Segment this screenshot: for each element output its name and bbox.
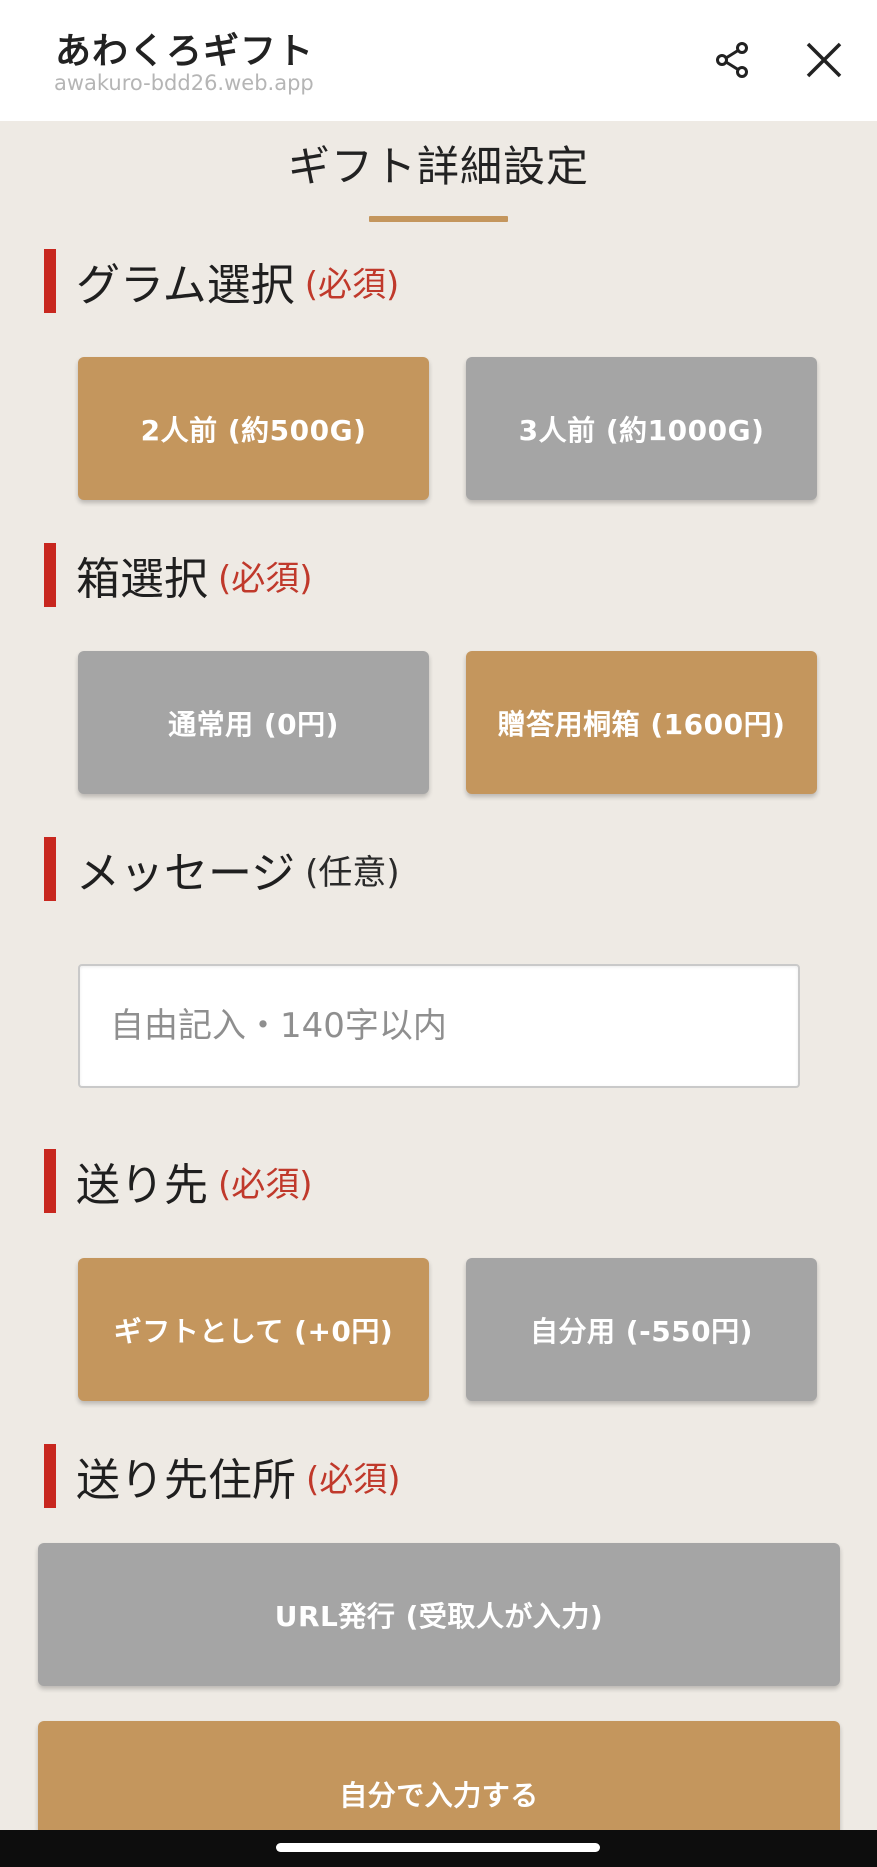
app-title: あわくろギフト (55, 31, 315, 72)
required-tag: (必須) (304, 264, 400, 305)
box-option-standard[interactable]: 通常用 (0円) (78, 651, 429, 794)
section-title-address: 送り先住所 (必須) (44, 1444, 401, 1508)
close-button[interactable] (794, 30, 854, 90)
section-label-destination: 送り先 (76, 1160, 208, 1211)
optional-tag: (任意) (305, 852, 400, 893)
share-button[interactable] (703, 30, 763, 90)
required-tag: (必須) (218, 1164, 313, 1205)
section-label-gram: グラム選択 (76, 260, 295, 311)
destination-option-self[interactable]: 自分用 (-550円) (466, 1258, 817, 1401)
address-option-issue-url[interactable]: URL発行 (受取人が入力) (38, 1543, 840, 1686)
required-tag: (必須) (306, 1459, 401, 1500)
box-option-gift-paulownia[interactable]: 贈答用桐箱 (1600円) (466, 651, 817, 794)
section-label-box: 箱選択 (76, 554, 208, 605)
app-url: awakuro-bdd26.web.app (54, 71, 314, 95)
gram-option-2-servings[interactable]: 2人前 (約500G) (78, 357, 429, 500)
required-tag: (必須) (218, 558, 313, 599)
section-accent-bar (44, 837, 56, 901)
heading-underline (369, 216, 508, 222)
destination-option-gift[interactable]: ギフトとして (+0円) (78, 1258, 429, 1401)
section-title-destination: 送り先 (必須) (44, 1149, 313, 1213)
section-title-box: 箱選択 (必須) (44, 543, 313, 607)
close-icon (806, 42, 842, 78)
top-bar: あわくろギフト awakuro-bdd26.web.app (0, 0, 877, 121)
section-accent-bar (44, 543, 56, 607)
section-label-address: 送り先住所 (76, 1455, 296, 1506)
section-label-message: メッセージ (76, 848, 296, 899)
message-input[interactable] (78, 964, 800, 1088)
section-accent-bar (44, 249, 56, 313)
page-title: ギフト詳細設定 (287, 142, 589, 191)
section-accent-bar (44, 1444, 56, 1508)
section-title-gram: グラム選択 (必須) (44, 249, 399, 313)
gram-option-3-servings[interactable]: 3人前 (約1000G) (466, 357, 817, 500)
share-icon (716, 42, 748, 78)
home-indicator[interactable] (276, 1843, 600, 1852)
section-title-message: メッセージ (任意) (44, 837, 400, 901)
section-accent-bar (44, 1149, 56, 1213)
